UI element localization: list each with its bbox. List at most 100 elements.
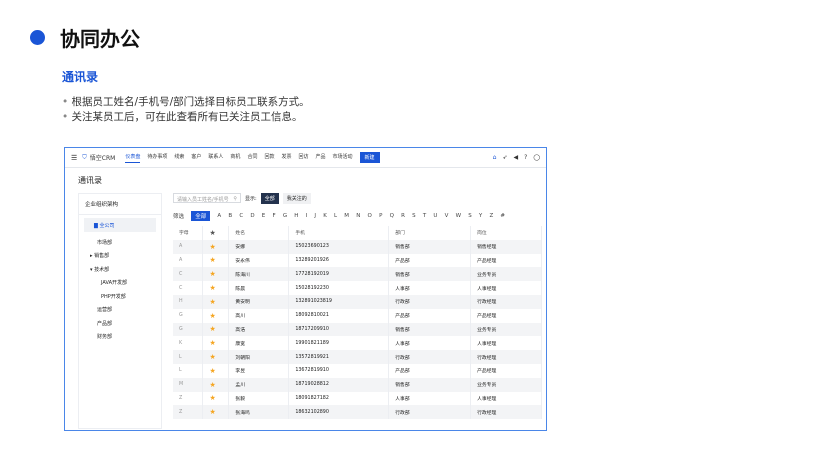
help-icon[interactable]: ? [524, 154, 527, 161]
filter-letter[interactable]: N [356, 213, 360, 219]
star-icon[interactable]: ★ [202, 405, 230, 420]
filter-letter[interactable]: Z [489, 213, 493, 219]
nav-item[interactable]: 回款 [264, 153, 274, 163]
tree-item[interactable]: JAVA开发部 [79, 275, 161, 289]
filter-letter[interactable]: I [306, 213, 308, 219]
filter-letter[interactable]: W [456, 213, 461, 219]
top-nav: ☰ ⛉ 悟空CRM 仪表盘 待办事项 线索 客户 联系人 商机 合同 回款 发票 回访 产品 市场活动 … [65, 148, 546, 168]
new-button[interactable]: 新建 [359, 152, 380, 163]
star-icon[interactable]: ★ [202, 391, 230, 406]
filter-letter[interactable]: G [283, 213, 287, 219]
star-icon[interactable]: ★ [202, 363, 230, 378]
nav-item[interactable]: 仪表盘 [125, 153, 141, 163]
nav-item[interactable]: 合同 [247, 153, 257, 163]
tree-item[interactable]: PHP开发部 [79, 289, 161, 303]
table-row[interactable]: A ★ 安娜 15023690123 销售部 销售经理 [173, 239, 542, 254]
tree-item-label: JAVA开发部 [101, 280, 128, 286]
table-row[interactable]: K ★ 康宽 19901821189 人事部 人事经理 [173, 336, 542, 351]
filter-letter[interactable]: A [217, 213, 221, 219]
nav-item[interactable]: 产品 [316, 153, 326, 163]
nav-item[interactable]: 联系人 [208, 153, 223, 163]
table-row[interactable]: H ★ 黄安明 132891023819 行政部 行政经理 [173, 294, 542, 309]
filter-all[interactable]: 全部 [191, 211, 211, 221]
filter-letter[interactable]: D [250, 213, 254, 219]
user-icon[interactable]: ◯ [533, 154, 540, 161]
filter-letter[interactable]: Y [479, 213, 482, 219]
tree-item[interactable]: 运营部 [79, 302, 161, 316]
filter-letter[interactable]: S [468, 213, 472, 219]
filter-letter[interactable]: E [262, 213, 265, 219]
table-row[interactable]: Z ★ 张毅 18091827182 人事部 人事经理 [173, 391, 542, 406]
menu-icon[interactable]: ☰ [71, 154, 77, 162]
nav-item[interactable]: 市场活动 [333, 153, 353, 163]
letter-cell: A [173, 253, 204, 268]
dept-cell: 行政部 [388, 294, 472, 309]
tree-item[interactable]: 产品部 [79, 316, 161, 330]
nav-item[interactable]: 客户 [191, 153, 201, 163]
phone-cell: 17728192019 [288, 267, 390, 282]
nav-item[interactable]: 线索 [174, 153, 184, 163]
table-row[interactable]: A ★ 安永伟 13289201926 产品部 产品经理 [173, 253, 542, 268]
bullet: 关注某员工后，可在此查看所有已关注员工信息。 [62, 109, 303, 124]
star-icon[interactable]: ★ [202, 253, 230, 268]
star-icon[interactable]: ★ [202, 239, 230, 254]
phone-cell: 18091827182 [288, 391, 390, 406]
star-icon[interactable]: ★ [202, 377, 230, 392]
star-icon[interactable]: ★ [202, 281, 230, 295]
star-icon[interactable]: ★ [202, 308, 230, 323]
rocket-icon[interactable]: ➶ [502, 154, 507, 161]
tree-item[interactable]: ▸ 销售部 [79, 248, 161, 262]
filter-letter[interactable]: K [323, 213, 327, 219]
table-row[interactable]: C ★ 陈海川 17728192019 销售部 业务专员 [173, 267, 542, 282]
search-input[interactable]: 请输入员工姓名/手机号 ⚲ [173, 193, 241, 203]
tree-item[interactable]: 市场部 [79, 235, 161, 249]
filter-letter[interactable]: B [228, 213, 232, 219]
table-header: 字母 ★ 姓名 手机 部门 岗位 [173, 226, 542, 240]
filter-letter[interactable]: V [445, 213, 449, 219]
star-icon[interactable]: ★ [202, 267, 230, 282]
filter-letter[interactable]: J [314, 213, 316, 219]
filter-letter[interactable]: T [423, 213, 426, 219]
home-icon[interactable]: ⌂ [493, 154, 497, 161]
filter-letter[interactable]: Q [390, 213, 394, 219]
filter-letter[interactable]: M [344, 213, 349, 219]
filter-letter[interactable]: H [294, 213, 298, 219]
nav-item[interactable]: 发票 [281, 153, 291, 163]
filter-letter[interactable]: F [272, 213, 275, 219]
table-row[interactable]: G ★ 高浩 18717209910 销售部 业务专员 [173, 322, 542, 337]
nav-item[interactable]: 待办事项 [147, 153, 167, 163]
filter-letter[interactable]: L [334, 213, 337, 219]
table-row[interactable]: Z ★ 张海鸣 18632102890 行政部 行政经理 [173, 405, 542, 420]
star-icon[interactable]: ★ [202, 322, 230, 337]
filter-letter[interactable]: # [500, 213, 505, 219]
filter-letter[interactable]: U [433, 213, 437, 219]
tree-item[interactable]: 财务部 [79, 329, 161, 343]
dept-cell: 人事部 [388, 391, 472, 406]
filter-letter[interactable]: P [379, 213, 382, 219]
star-icon[interactable]: ★ [202, 294, 230, 309]
table-row[interactable]: G ★ 高川 18092810021 产品部 产品经理 [173, 308, 542, 323]
tree-item[interactable]: ▇ 全公司 [84, 218, 156, 232]
tree-item[interactable]: ▾ 技术部 [79, 262, 161, 276]
table-row[interactable]: L ★ 李昱 13672819910 产品部 产品经理 [173, 363, 542, 378]
filter-letter[interactable]: S [412, 213, 416, 219]
table-row[interactable]: L ★ 刘朝阳 13572819921 行政部 行政经理 [173, 350, 542, 364]
table-row[interactable]: M ★ 孟川 18719028812 销售部 业务专员 [173, 377, 542, 392]
org-tree-header: 企业组织架构 [79, 194, 161, 215]
show-all-button[interactable]: 全部 [260, 192, 279, 204]
filter-letter[interactable]: R [401, 213, 405, 219]
name-cell: 高浩 [228, 322, 290, 337]
nav-item[interactable]: 回访 [298, 153, 308, 163]
letter-cell: M [173, 377, 204, 392]
speaker-icon[interactable]: ◀ [513, 154, 518, 161]
letter-cell: L [173, 350, 204, 364]
star-icon[interactable]: ★ [202, 350, 230, 364]
filter-letter[interactable]: C [239, 213, 243, 219]
table-row[interactable]: C ★ 陈晨 15028192230 人事部 人事经理 [173, 281, 542, 295]
nav-item[interactable]: 商机 [230, 153, 240, 163]
show-followed-button[interactable]: 我关注的 [282, 192, 311, 204]
dept-cell: 销售部 [388, 267, 472, 282]
star-icon[interactable]: ★ [202, 336, 230, 351]
search-icon: ⚲ [233, 196, 237, 202]
filter-letter[interactable]: O [368, 213, 372, 219]
